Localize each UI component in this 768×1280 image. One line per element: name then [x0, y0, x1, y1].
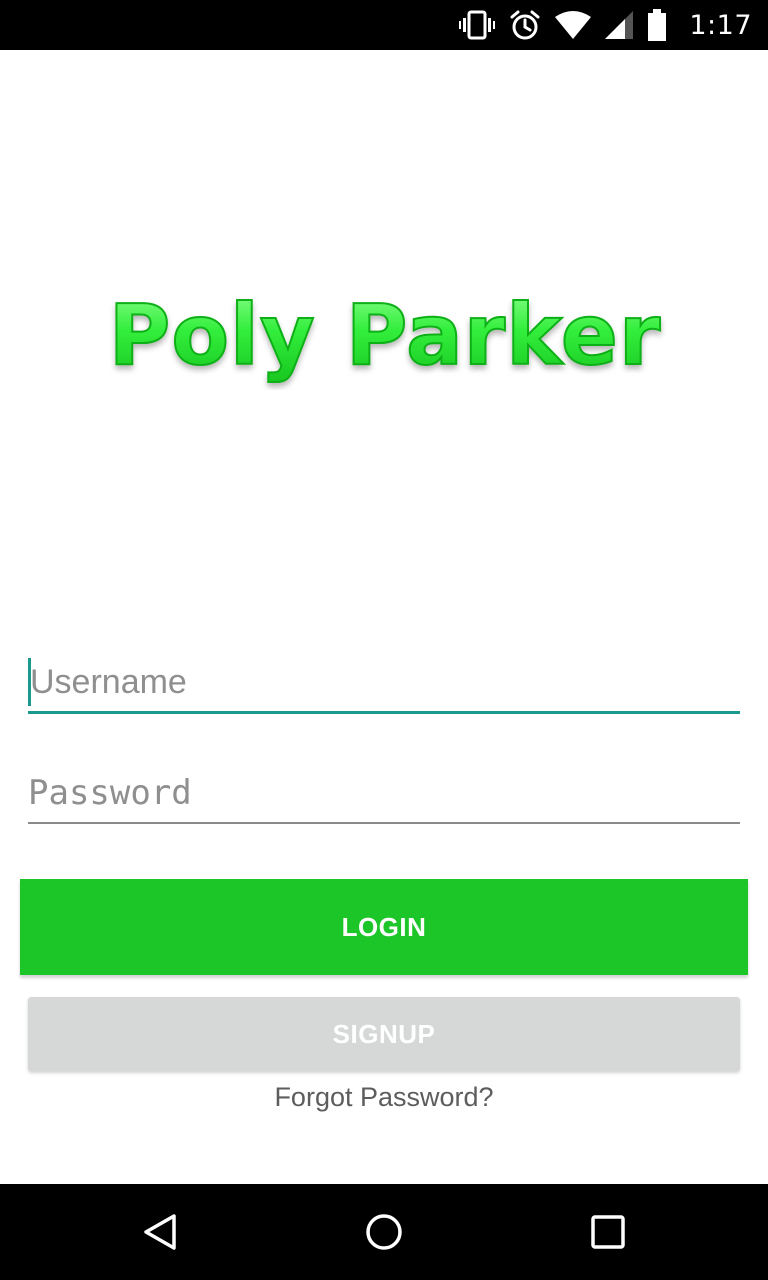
text-cursor — [28, 658, 31, 706]
username-field[interactable] — [28, 652, 742, 714]
back-icon — [144, 1214, 176, 1250]
home-button[interactable] — [324, 1184, 444, 1280]
password-underline — [28, 822, 740, 824]
wifi-icon — [555, 11, 592, 39]
password-input[interactable] — [28, 764, 740, 822]
home-icon — [366, 1214, 402, 1250]
battery-icon — [647, 9, 667, 41]
signup-button[interactable]: SIGNUP — [28, 997, 740, 1071]
alarm-icon — [509, 9, 541, 41]
back-button[interactable] — [100, 1184, 220, 1280]
username-underline — [28, 711, 740, 714]
logo-text: Poly Parker — [109, 286, 662, 384]
status-bar: 1:17 — [0, 0, 768, 50]
login-screen: 1:17 Poly Parker LOGI — [0, 0, 768, 1280]
forgot-password-link[interactable]: Forgot Password? — [0, 1082, 768, 1113]
vibrate-icon — [459, 10, 496, 40]
status-icons: 1:17 — [459, 0, 752, 50]
login-button[interactable]: LOGIN — [20, 879, 748, 975]
username-input[interactable] — [28, 652, 742, 712]
password-field[interactable] — [28, 764, 740, 824]
recents-icon — [591, 1215, 625, 1249]
status-clock: 1:17 — [689, 9, 752, 41]
navigation-bar — [0, 1184, 768, 1280]
recents-button[interactable] — [548, 1184, 668, 1280]
signal-icon — [605, 11, 634, 39]
app-logo: Poly Parker — [100, 280, 670, 390]
